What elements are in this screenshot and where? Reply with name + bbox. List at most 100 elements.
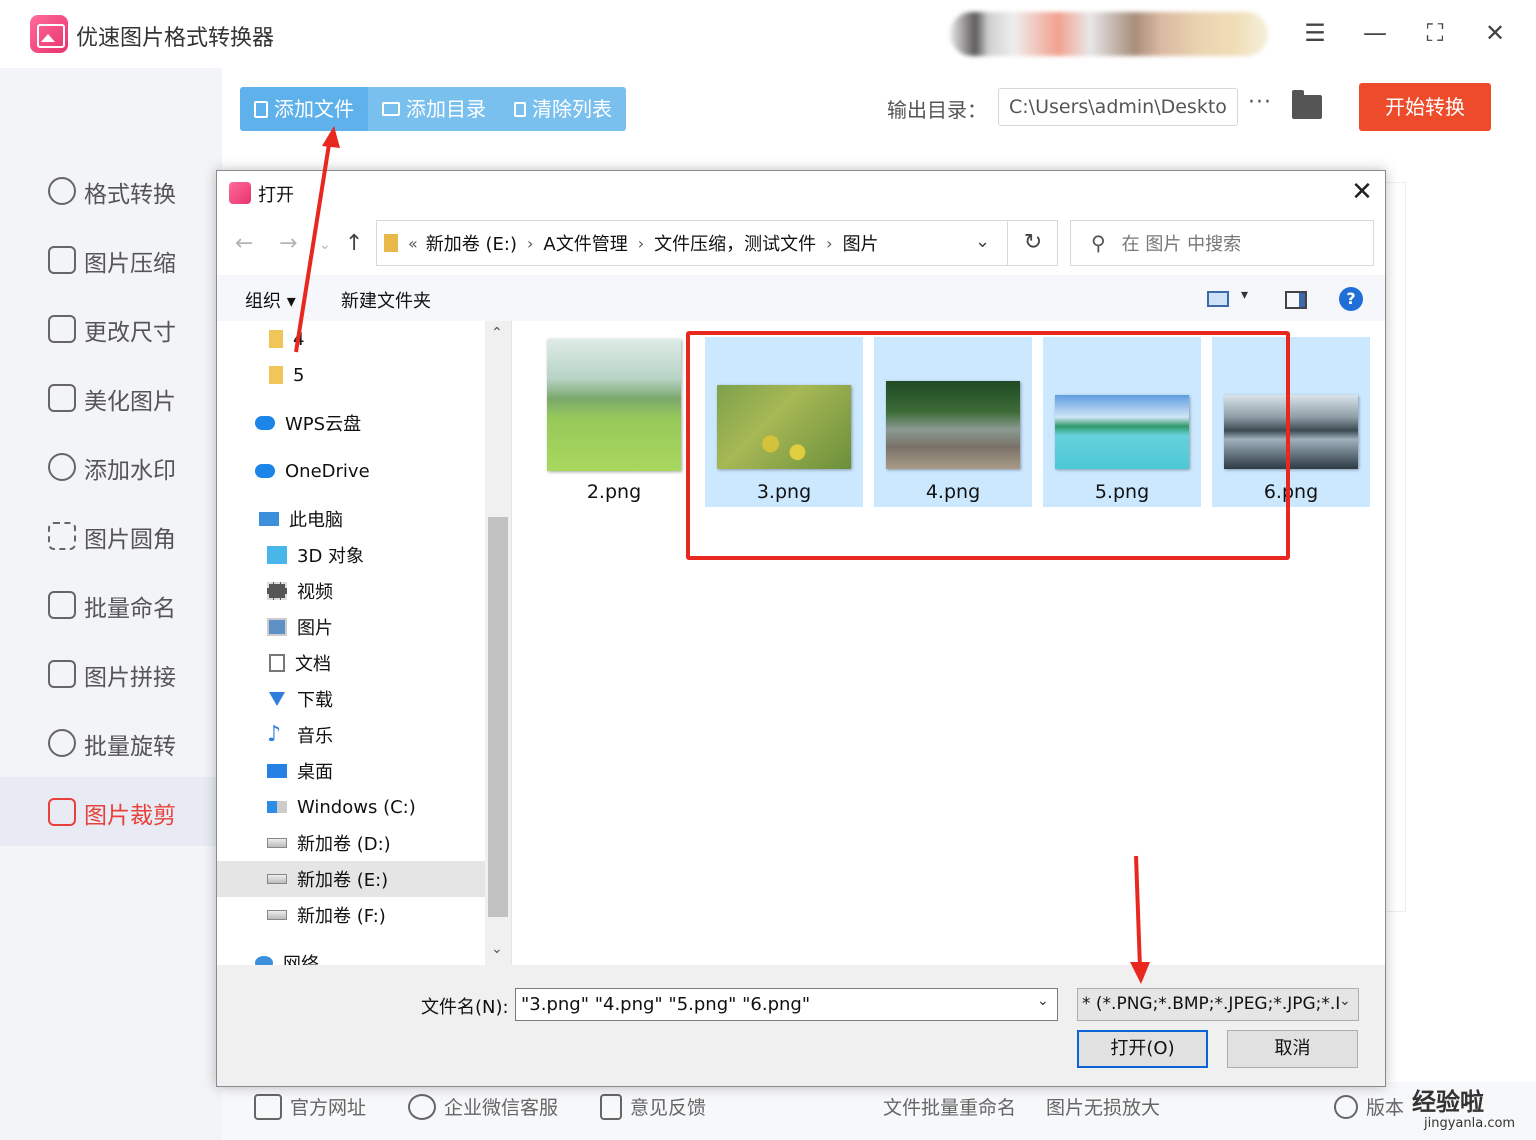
image-thumbnail	[547, 339, 681, 471]
file-type-select[interactable]: * (*.PNG;*.BMP;*.JPEG;*.JPG;*.I	[1077, 988, 1359, 1021]
scrollbar-thumb[interactable]	[488, 517, 508, 917]
scroll-down-icon[interactable]: ⌄	[491, 941, 503, 957]
preview-pane-icon[interactable]	[1285, 291, 1307, 309]
tree-item-selected[interactable]: 新加卷 (E:)	[217, 861, 485, 897]
desktop-icon	[267, 764, 287, 778]
minimize-icon[interactable]: —	[1358, 18, 1392, 48]
user-avatar-blurred[interactable]	[950, 12, 1268, 56]
file-item[interactable]: 2.png	[535, 337, 693, 507]
output-more-button[interactable]: ···	[1248, 90, 1272, 115]
resize-icon	[48, 315, 76, 343]
close-icon[interactable]: ✕	[1478, 18, 1512, 48]
recent-locations-chevron-icon[interactable]: ⌄	[319, 237, 331, 253]
tree-item[interactable]: 新加卷 (D:)	[217, 825, 485, 861]
address-bar[interactable]: « 新加卷 (E:) › A文件管理 › 文件压缩，测试文件 › 图片	[376, 220, 1058, 266]
add-directory-button[interactable]: 添加目录	[368, 87, 500, 131]
image-thumbnail	[886, 381, 1020, 469]
filename-dropdown-chevron-icon[interactable]: ⌄	[1037, 993, 1049, 1009]
sidebar-item-stitch[interactable]: 图片拼接	[0, 639, 222, 708]
file-item-selected[interactable]: 6.png	[1212, 337, 1370, 507]
filename-input[interactable]: "3.png" "4.png" "5.png" "6.png"	[515, 988, 1058, 1021]
tree-item[interactable]: 视频	[217, 573, 485, 609]
sidebar-item-beautify[interactable]: 美化图片	[0, 363, 222, 432]
breadcrumb-item[interactable]: A文件管理	[543, 230, 627, 256]
search-placeholder: 在 图片 中搜索	[1121, 234, 1242, 255]
open-file-dialog: 打开 ✕ ← → ⌄ ↑ « 新加卷 (E:) › A文件管理 › 文件压缩，测…	[216, 170, 1386, 1087]
sidebar-item-watermark[interactable]: 添加水印	[0, 432, 222, 501]
3d-objects-icon	[267, 546, 287, 564]
start-convert-button[interactable]: 开始转换	[1359, 83, 1491, 131]
rename-icon	[48, 591, 76, 619]
file-item-selected[interactable]: 3.png	[705, 337, 863, 507]
tree-item[interactable]: 文档	[217, 645, 485, 681]
windows-drive-icon	[267, 801, 287, 813]
tree-item[interactable]: 下载	[217, 681, 485, 717]
nav-scrollbar[interactable]: ⌃ ⌄	[485, 321, 511, 965]
tree-item[interactable]: 桌面	[217, 753, 485, 789]
breadcrumb-overflow[interactable]: «	[408, 234, 418, 253]
footer-lossless-upscale[interactable]: 图片无损放大	[1046, 1093, 1160, 1120]
view-mode-icon[interactable]	[1207, 291, 1229, 307]
help-icon[interactable]: ?	[1339, 287, 1363, 311]
tree-item[interactable]: WPS云盘	[217, 405, 485, 441]
footer-feedback[interactable]: 意见反馈	[600, 1093, 706, 1120]
sidebar-item-crop[interactable]: 图片裁剪	[0, 777, 222, 846]
file-name: 3.png	[756, 481, 812, 503]
breadcrumb-item[interactable]: 文件压缩，测试文件	[654, 230, 816, 256]
tree-item[interactable]: ♪ 音乐	[217, 717, 485, 753]
tree-item-label: 5	[293, 364, 305, 386]
footer-label: 图片无损放大	[1046, 1097, 1161, 1119]
pane-divider[interactable]	[511, 321, 512, 965]
tree-item[interactable]: 5	[217, 357, 485, 393]
chevron-right-icon[interactable]: ›	[638, 234, 644, 253]
refresh-icon[interactable]: ↻	[1007, 220, 1058, 266]
footer-batch-rename[interactable]: 文件批量重命名	[883, 1093, 1016, 1120]
sidebar-item-compress[interactable]: 图片压缩	[0, 225, 222, 294]
dialog-close-icon[interactable]: ✕	[1347, 177, 1377, 207]
tree-item-label: 下载	[297, 690, 333, 711]
forward-arrow-icon[interactable]: →	[279, 231, 297, 256]
tree-item-label: 3D 对象	[297, 546, 365, 567]
maximize-icon[interactable]: ⛶	[1418, 18, 1452, 48]
sidebar-item-round-corner[interactable]: 图片圆角	[0, 501, 222, 570]
chevron-right-icon[interactable]: ›	[826, 234, 832, 253]
search-input[interactable]: ⚲ 在 图片 中搜索	[1070, 220, 1374, 266]
view-dropdown-icon[interactable]: ▾	[1241, 287, 1248, 303]
back-arrow-icon[interactable]: ←	[235, 231, 253, 256]
sidebar-item-format-convert[interactable]: 格式转换	[0, 156, 222, 225]
clear-list-button[interactable]: 清除列表	[500, 87, 626, 131]
tree-item[interactable]: 新加卷 (F:)	[217, 897, 485, 933]
footer-wechat-support[interactable]: 企业微信客服	[408, 1093, 558, 1120]
tree-item[interactable]: 图片	[217, 609, 485, 645]
add-file-button[interactable]: 添加文件	[240, 87, 368, 131]
tree-item[interactable]: OneDrive	[217, 453, 485, 489]
file-item-selected[interactable]: 4.png	[874, 337, 1032, 507]
breadcrumb-item[interactable]: 图片	[843, 230, 879, 256]
scroll-up-icon[interactable]: ⌃	[491, 325, 503, 341]
footer-official-site[interactable]: 官方网址	[254, 1093, 366, 1120]
open-folder-icon[interactable]	[1292, 90, 1322, 119]
file-item-selected[interactable]: 5.png	[1043, 337, 1201, 507]
tree-item[interactable]: 此电脑	[217, 501, 485, 537]
footer-version[interactable]: 版本	[1334, 1093, 1404, 1120]
file-name: 4.png	[925, 481, 981, 503]
tree-item[interactable]: 3D 对象	[217, 537, 485, 573]
tree-item-label: OneDrive	[285, 460, 370, 482]
chevron-right-icon[interactable]: ›	[527, 234, 533, 253]
sidebar-item-rename[interactable]: 批量命名	[0, 570, 222, 639]
tree-item[interactable]: Windows (C:)	[217, 789, 485, 825]
breadcrumb-item[interactable]: 新加卷 (E:)	[426, 230, 517, 256]
organize-menu[interactable]: 组织 ▾	[245, 287, 296, 313]
tree-item[interactable]: 4	[217, 321, 485, 357]
sidebar-item-rotate[interactable]: 批量旋转	[0, 708, 222, 777]
tree-item[interactable]: 网络	[217, 945, 485, 965]
up-arrow-icon[interactable]: ↑	[345, 231, 363, 256]
cancel-button[interactable]: 取消	[1227, 1030, 1358, 1068]
open-button[interactable]: 打开(O)	[1077, 1030, 1208, 1068]
tree-item-label: 音乐	[297, 726, 333, 747]
output-dir-field[interactable]: C:\Users\admin\Deskto	[998, 88, 1238, 126]
new-folder-button[interactable]: 新建文件夹	[341, 287, 431, 313]
file-type-chevron-icon[interactable]: ⌄	[1339, 993, 1351, 1009]
menu-icon[interactable]: ☰	[1298, 18, 1332, 48]
sidebar-item-resize[interactable]: 更改尺寸	[0, 294, 222, 363]
